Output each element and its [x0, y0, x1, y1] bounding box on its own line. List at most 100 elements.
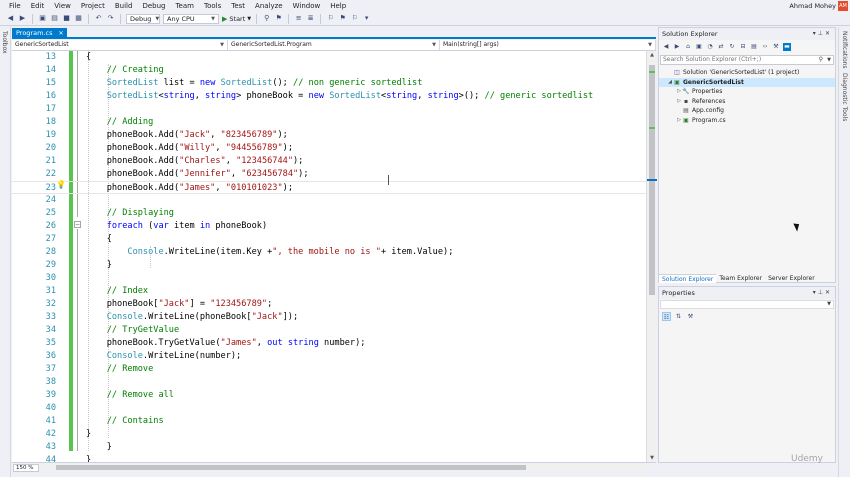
code-line[interactable]: 36 Console.WriteLine(number);: [12, 350, 648, 363]
code-line[interactable]: 27 {: [12, 233, 648, 246]
code-line[interactable]: 20 phoneBook.Add("Willy", "944556789");: [12, 142, 648, 155]
switch-views-icon[interactable]: ▣: [695, 43, 703, 51]
menu-test[interactable]: Test: [226, 0, 250, 12]
menu-analyze[interactable]: Analyze: [250, 0, 288, 12]
code-line[interactable]: 16 SortedList<string, string> phoneBook …: [12, 90, 648, 103]
close-icon[interactable]: ✕: [825, 289, 832, 296]
save-all-icon[interactable]: ▦: [74, 14, 83, 23]
tree-item[interactable]: ◫ Solution 'GenericSortedList' (1 project…: [659, 68, 835, 78]
panel-controls[interactable]: ▾⊥✕: [813, 28, 832, 40]
code-line[interactable]: 44}: [12, 454, 648, 462]
menu-debug[interactable]: Debug: [137, 0, 170, 12]
code-line[interactable]: 40: [12, 402, 648, 415]
scrollbar-thumb[interactable]: [56, 465, 526, 470]
code-line[interactable]: 29 }: [12, 259, 648, 272]
user-name[interactable]: Ahmad Mohey: [789, 0, 836, 12]
bookmark-clear-icon[interactable]: ⚐: [350, 14, 359, 23]
refresh-icon[interactable]: ↻: [728, 43, 736, 51]
platform-dropdown[interactable]: Any CPU ▼: [163, 13, 219, 24]
notifications-tab[interactable]: Notifications: [841, 31, 848, 69]
diagnostic-tools-tab[interactable]: Diagnostic Tools: [841, 73, 848, 121]
tree-item[interactable]: ◢ ▣ GenericSortedList: [659, 77, 835, 87]
preview-icon[interactable]: ▬: [783, 43, 791, 51]
redo-icon[interactable]: ↷: [106, 14, 115, 23]
avatar[interactable]: AM: [838, 1, 848, 11]
code-line[interactable]: 37 // Remove: [12, 363, 648, 376]
class-dropdown[interactable]: GenericSortedList.Program ▼: [228, 40, 440, 50]
member-dropdown[interactable]: Main(string[] args) ▼: [440, 40, 656, 50]
pin-icon[interactable]: ⊥: [818, 30, 825, 37]
menu-edit[interactable]: Edit: [26, 0, 50, 12]
code-line[interactable]: 25 // Displaying: [12, 207, 648, 220]
collapse-all-icon[interactable]: ⊟: [739, 43, 747, 51]
menu-view[interactable]: View: [49, 0, 76, 12]
code-line[interactable]: 39 // Remove all: [12, 389, 648, 402]
code-line[interactable]: 23 phoneBook.Add("James", "010101023");: [12, 181, 648, 194]
chevron-down-icon[interactable]: ▼: [827, 56, 831, 64]
open-icon[interactable]: ▤: [50, 14, 59, 23]
menu-team[interactable]: Team: [170, 0, 199, 12]
uncomment-icon[interactable]: ≣: [306, 14, 315, 23]
tree-item[interactable]: ▷ ▪ References: [659, 97, 835, 107]
menu-file[interactable]: File: [4, 0, 26, 12]
panel-controls[interactable]: ▾⊥✕: [813, 287, 832, 299]
zoom-dropdown[interactable]: 150 %: [13, 463, 39, 472]
close-icon[interactable]: ✕: [825, 30, 832, 37]
menu-help[interactable]: Help: [325, 0, 351, 12]
code-editor[interactable]: − 13{14 // Creating 15 SortedList list = …: [12, 51, 656, 462]
back-icon[interactable]: ◀: [6, 14, 15, 23]
search-icon[interactable]: ⚲: [819, 56, 823, 64]
lightbulb-icon[interactable]: 💡: [56, 180, 66, 190]
code-line[interactable]: 26 foreach (var item in phoneBook): [12, 220, 648, 233]
project-dropdown[interactable]: GenericSortedList ▼: [12, 40, 228, 50]
code-line[interactable]: 42}: [12, 428, 648, 441]
tree-item[interactable]: ▷ 🔧 Properties: [659, 87, 835, 97]
menu-project[interactable]: Project: [76, 0, 110, 12]
forward-icon[interactable]: ▶: [18, 14, 27, 23]
code-line[interactable]: 34 // TryGetValue: [12, 324, 648, 337]
view-code-icon[interactable]: ‹›: [761, 43, 769, 51]
home-icon[interactable]: ⌂: [684, 43, 692, 51]
editor-vertical-scrollbar[interactable]: ▲ ▼: [646, 51, 657, 462]
forward-icon[interactable]: ▶: [673, 43, 681, 51]
code-line[interactable]: 33 Console.WriteLine(phoneBook["Jack"]);: [12, 311, 648, 324]
pin-icon[interactable]: ⊥: [818, 289, 825, 296]
find-icon[interactable]: ⚲: [262, 14, 271, 23]
alphabetical-icon[interactable]: ⇅: [674, 312, 683, 321]
code-line[interactable]: 14 // Creating: [12, 64, 648, 77]
categorized-icon[interactable]: ☷: [662, 312, 671, 321]
scroll-down-icon[interactable]: ▼: [647, 454, 657, 462]
code-line[interactable]: 30: [12, 272, 648, 285]
code-line[interactable]: 15 SortedList list = new SortedList(); /…: [12, 77, 648, 90]
code-line[interactable]: 17: [12, 103, 648, 116]
code-line[interactable]: 41 // Contains: [12, 415, 648, 428]
code-line[interactable]: 24: [12, 194, 648, 207]
properties-icon[interactable]: ⚒: [772, 43, 780, 51]
sync-icon[interactable]: ⇄: [717, 43, 725, 51]
code-line[interactable]: 31 // Index: [12, 285, 648, 298]
bookmark-icon[interactable]: ⚑: [274, 14, 283, 23]
close-icon[interactable]: ✕: [58, 28, 63, 39]
show-all-files-icon[interactable]: ▤: [750, 43, 758, 51]
tab-team-explorer[interactable]: Team Explorer: [716, 274, 765, 283]
code-line[interactable]: 21 phoneBook.Add("Charles", "123456744")…: [12, 155, 648, 168]
tree-item[interactable]: ▤ App.config: [659, 106, 835, 116]
code-line[interactable]: 22 phoneBook.Add("Jennifer", "623456784"…: [12, 168, 648, 181]
property-pages-icon[interactable]: ⚒: [686, 312, 695, 321]
menu-window[interactable]: Window: [288, 0, 326, 12]
configuration-dropdown[interactable]: Debug ▼: [126, 13, 160, 24]
tree-item[interactable]: ▷ ▣ Program.cs: [659, 116, 835, 126]
bookmark-next-icon[interactable]: ⚑: [338, 14, 347, 23]
code-line[interactable]: 18 // Adding: [12, 116, 648, 129]
comment-icon[interactable]: ≡: [294, 14, 303, 23]
tab-program-cs[interactable]: Program.cs ✕: [12, 28, 68, 39]
solution-search-input[interactable]: Search Solution Explorer (Ctrl+;) ⚲ ▼: [660, 55, 834, 65]
save-icon[interactable]: ■: [62, 14, 71, 23]
code-line[interactable]: 13 {: [12, 51, 648, 64]
object-selector-dropdown[interactable]: ▼: [660, 300, 834, 309]
code-line[interactable]: 19 phoneBook.Add("Jack", "823456789");: [12, 129, 648, 142]
code-line[interactable]: 35 phoneBook.TryGetValue("James", out st…: [12, 337, 648, 350]
menu-build[interactable]: Build: [110, 0, 138, 12]
new-project-icon[interactable]: ▣: [38, 14, 47, 23]
tab-server-explorer[interactable]: Server Explorer: [765, 274, 818, 283]
